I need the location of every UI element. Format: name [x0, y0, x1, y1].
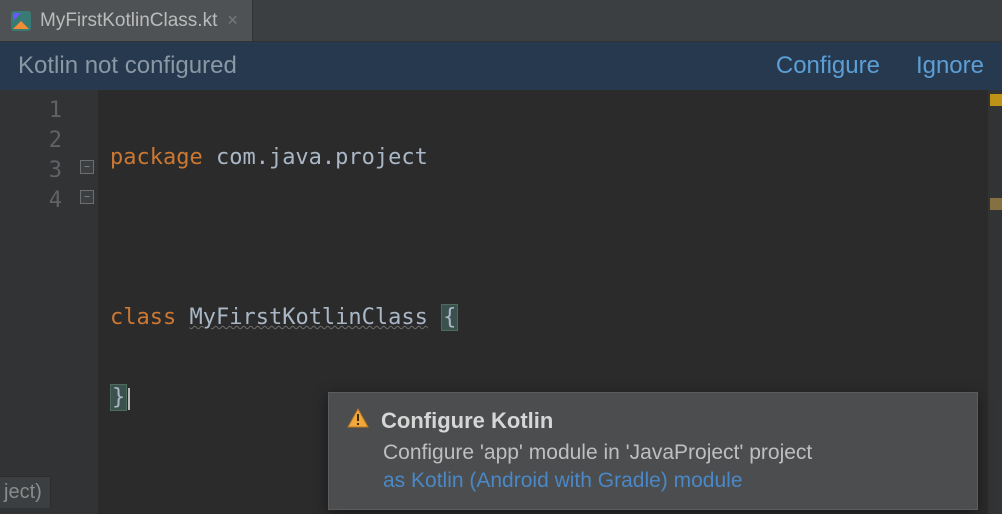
weak-warning-marker[interactable]	[990, 198, 1002, 210]
line-number-gutter: 1 2 3 4	[0, 90, 78, 514]
kotlin-not-configured-banner: Kotlin not configured Configure Ignore	[0, 42, 1002, 90]
line-number: 4	[0, 186, 78, 216]
popup-description: Configure 'app' module in 'JavaProject' …	[347, 441, 959, 465]
popup-action-link[interactable]: as Kotlin (Android with Gradle) module	[383, 469, 743, 492]
close-brace: }	[110, 384, 127, 411]
fold-toggle-icon[interactable]: −	[80, 160, 94, 174]
fold-column: − −	[78, 90, 98, 514]
open-brace: {	[441, 304, 458, 331]
truncated-breadcrumb: ject)	[0, 476, 51, 508]
fold-toggle-icon[interactable]: −	[80, 190, 94, 204]
editor-tab-filename: MyFirstKotlinClass.kt	[40, 10, 217, 32]
class-name: MyFirstKotlinClass	[189, 305, 427, 330]
popup-title: Configure Kotlin	[381, 408, 553, 434]
text-caret	[128, 388, 130, 410]
warning-marker[interactable]	[990, 94, 1002, 106]
keyword: class	[110, 305, 176, 330]
editor-tab-bar: MyFirstKotlinClass.kt ×	[0, 0, 1002, 42]
line-number: 1	[0, 96, 78, 126]
banner-message: Kotlin not configured	[18, 52, 237, 80]
banner-ignore-link[interactable]: Ignore	[916, 52, 984, 80]
kotlin-file-icon	[10, 10, 32, 32]
keyword: package	[110, 145, 203, 170]
editor-tab[interactable]: MyFirstKotlinClass.kt ×	[0, 0, 253, 41]
warning-icon	[347, 407, 369, 435]
close-tab-icon[interactable]: ×	[225, 10, 240, 31]
error-stripe	[988, 90, 1002, 514]
banner-configure-link[interactable]: Configure	[776, 52, 880, 80]
intention-popup: Configure Kotlin Configure 'app' module …	[328, 392, 978, 510]
package-name: com.java.project	[203, 145, 428, 170]
line-number: 3	[0, 156, 78, 186]
line-number: 2	[0, 126, 78, 156]
